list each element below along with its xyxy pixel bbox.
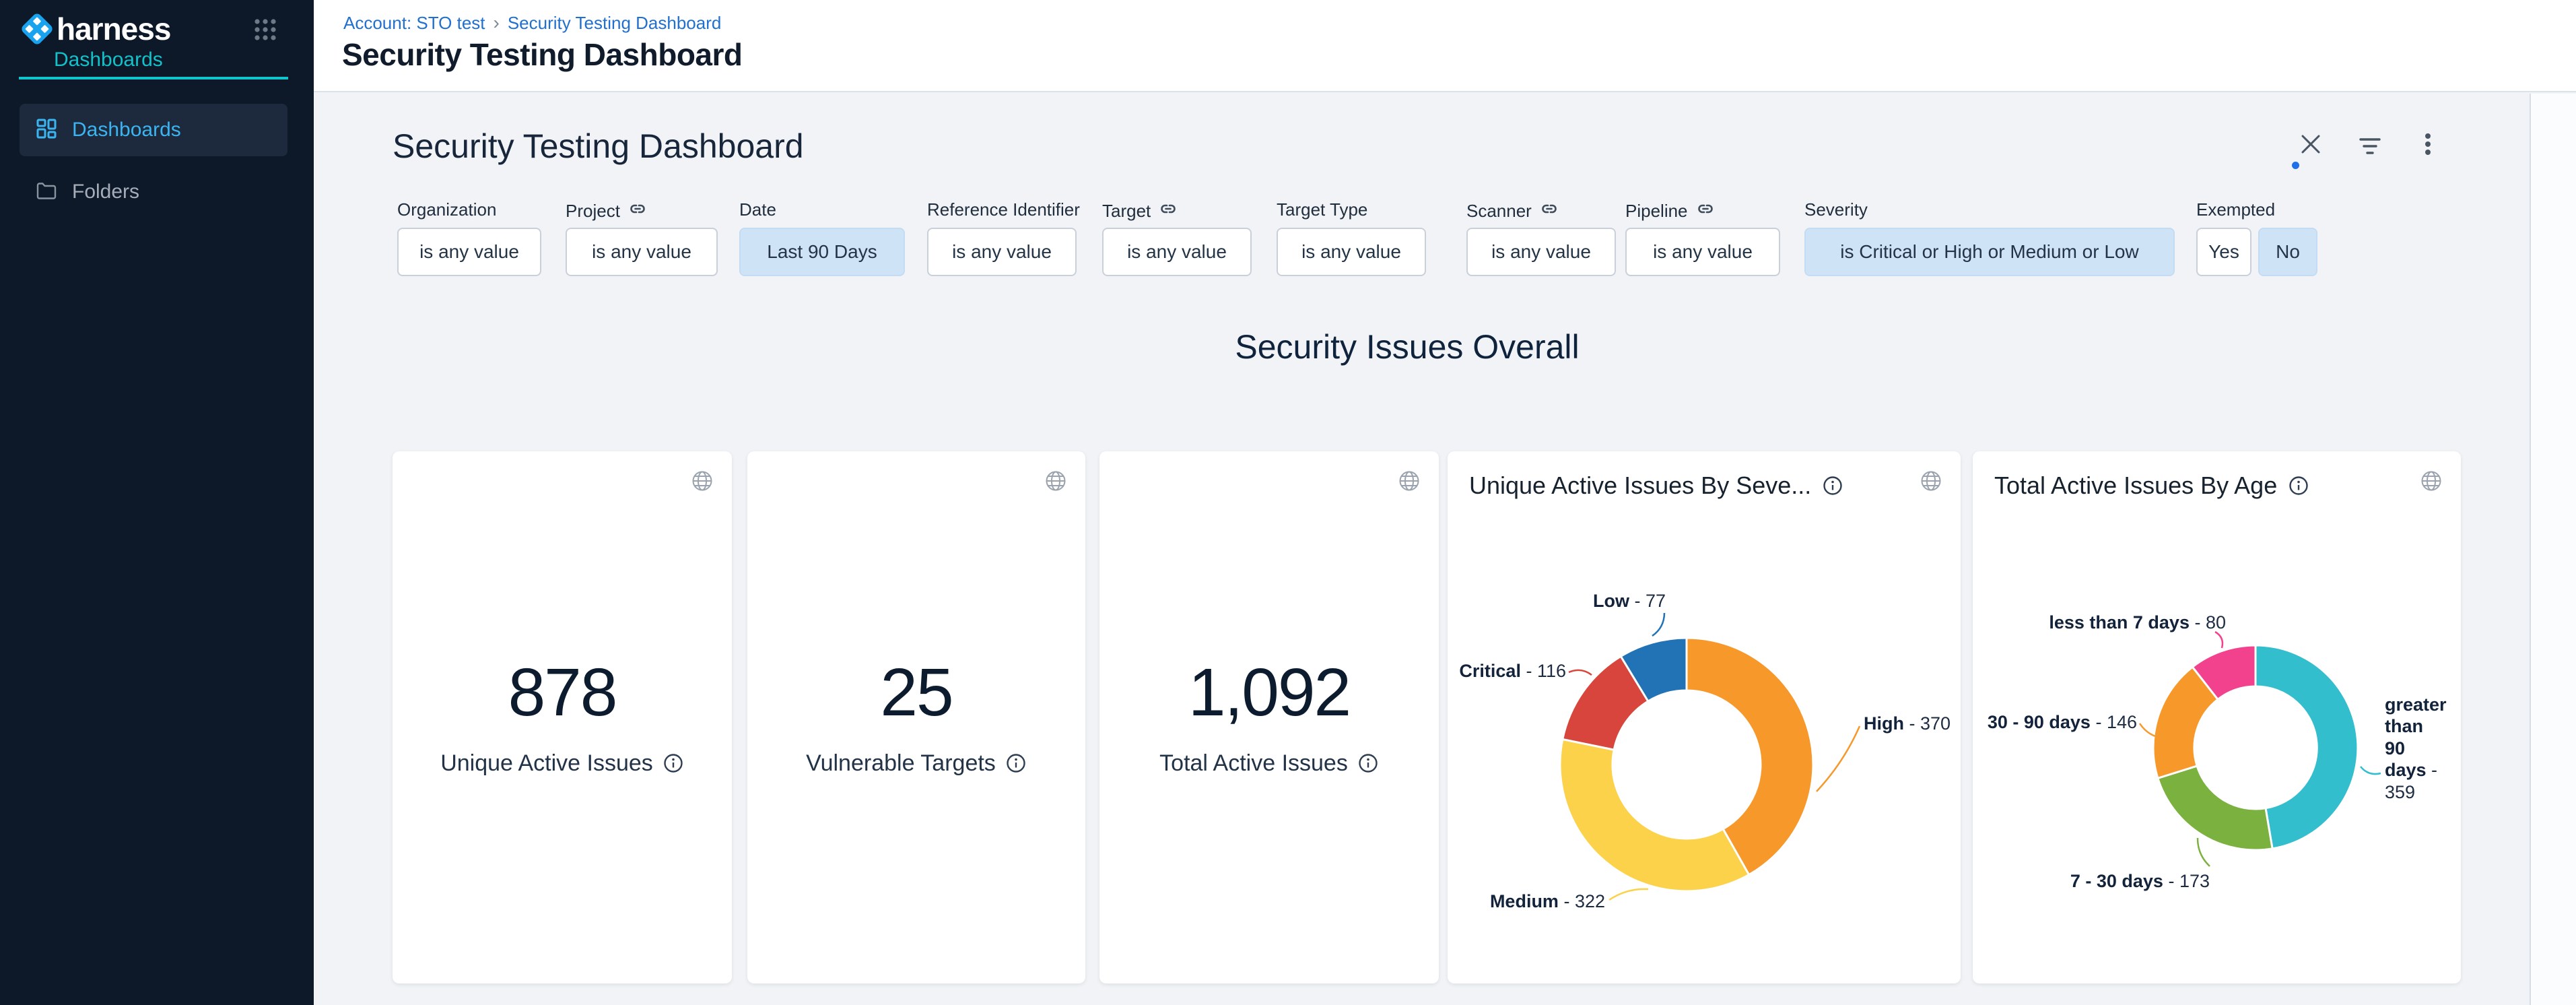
breadcrumb-page-link[interactable]: Security Testing Dashboard (508, 13, 721, 34)
data-label-leader-line (2215, 632, 2223, 648)
sidebar-item-label: Folders (72, 181, 139, 203)
data-label-greater-than-90-days: greaterthan90days -359 (2385, 694, 2463, 803)
harness-logo-icon (19, 11, 55, 51)
exempted-yes-button[interactable]: Yes (2196, 228, 2251, 276)
info-icon[interactable] (663, 752, 684, 774)
metric-tile-unique-active-issues: 878 Unique Active Issues (393, 451, 732, 983)
sidebar-item-dashboards[interactable]: Dashboards (20, 104, 287, 156)
chart-card-unique-active-issues-by-severity: Unique Active Issues By Seve...High - 37… (1448, 451, 1961, 983)
dashboards-icon (36, 118, 57, 143)
filter-value-target[interactable]: is any value (1102, 228, 1252, 276)
donut-slice-7-30-days[interactable] (2158, 766, 2272, 850)
chevron-right-icon: › (494, 12, 500, 34)
breadcrumb: Account: STO test › Security Testing Das… (343, 12, 721, 34)
data-label-low: Low - 77 (1593, 590, 1666, 612)
metric-label: Unique Active Issues (440, 750, 684, 777)
data-label-leader-line (1609, 889, 1648, 900)
filter-value-date[interactable]: Last 90 Days (739, 228, 905, 276)
metric-tile-vulnerable-targets: 25 Vulnerable Targets (747, 451, 1085, 983)
module-accent-divider (19, 77, 288, 79)
data-label-leader-line (2198, 838, 2210, 866)
data-label-7-30-days: 7 - 30 days - 173 (2070, 870, 2210, 892)
harness-security-dashboard: harness Dashboards (0, 0, 2576, 1005)
sidebar-item-label: Dashboards (72, 119, 181, 141)
filter-value-scanner[interactable]: is any value (1466, 228, 1616, 276)
breadcrumb-account-link[interactable]: Account: STO test (343, 13, 485, 34)
filter-label-date: Date (739, 199, 776, 220)
metric-value: 25 (880, 659, 952, 726)
brand-row: harness (19, 9, 295, 48)
module-name: Dashboards (54, 48, 163, 71)
data-label-medium: Medium - 322 (1490, 890, 1605, 912)
filter-label-exempted: Exempted (2196, 199, 2275, 220)
data-label-leader-line (1569, 670, 1592, 675)
metric-value: 878 (508, 659, 617, 726)
filter-value-organization[interactable]: is any value (397, 228, 541, 276)
donut-slice-medium[interactable] (1560, 740, 1749, 891)
filter-label-project: Project (566, 199, 647, 223)
filter-value-project[interactable]: is any value (566, 228, 718, 276)
filter-label-scanner: Scanner (1466, 199, 1559, 223)
folder-icon (36, 181, 57, 204)
chart-card-total-active-issues-by-age: Total Active Issues By Agegreaterthan90d… (1973, 451, 2461, 983)
linked-filter-icon (1540, 199, 1559, 223)
data-label-leader-line (2361, 767, 2381, 774)
info-icon[interactable] (1005, 752, 1027, 774)
app-switcher-icon[interactable] (252, 16, 279, 46)
linked-filter-icon (628, 199, 647, 223)
data-label-high: High - 370 (1864, 713, 1951, 734)
top-header: Account: STO test › Security Testing Das… (314, 0, 2576, 92)
cursor-dot (2292, 162, 2299, 169)
dashboard-panel-title: Security Testing Dashboard (393, 127, 804, 166)
filter-label-organization: Organization (397, 199, 496, 220)
filter-label-severity: Severity (1804, 199, 1868, 220)
data-label-30-90-days: 30 - 90 days - 146 (1988, 711, 2137, 733)
scrollbar-gutter[interactable] (2530, 94, 2576, 1005)
filter-value-severity[interactable]: is Critical or High or Medium or Low (1804, 228, 2175, 276)
exempted-no-button[interactable]: No (2258, 228, 2317, 276)
filter-label-target-type: Target Type (1277, 199, 1367, 220)
metric-value: 1,092 (1188, 659, 1350, 726)
filter-value-target-type[interactable]: is any value (1277, 228, 1426, 276)
metric-label: Total Active Issues (1159, 750, 1379, 777)
filter-value-pipeline[interactable]: is any value (1625, 228, 1780, 276)
metric-tile-total-active-issues: 1,092 Total Active Issues (1099, 451, 1439, 983)
metric-label: Vulnerable Targets (806, 750, 1027, 777)
section-title: Security Issues Overall (337, 327, 2478, 366)
info-icon[interactable] (1357, 752, 1379, 774)
data-label-critical: Critical - 116 (1459, 660, 1566, 682)
brand-wordmark: harness (57, 11, 170, 47)
data-label-leader-line (1652, 613, 1664, 636)
sidebar: harness Dashboards (0, 0, 314, 1005)
data-label-leader-line (1817, 726, 1860, 791)
linked-filter-icon (1696, 199, 1715, 223)
filter-label-pipeline: Pipeline (1625, 199, 1715, 223)
close-icon[interactable] (2297, 131, 2324, 158)
filter-icon[interactable] (2357, 133, 2383, 160)
filter-value-reference-identifier[interactable]: is any value (927, 228, 1077, 276)
more-options-icon[interactable] (2414, 131, 2441, 158)
donut-slice-greater-than-90-days[interactable] (2256, 645, 2358, 849)
sidebar-item-folders[interactable]: Folders (20, 166, 287, 218)
filter-label-target: Target (1102, 199, 1178, 223)
page-title: Security Testing Dashboard (342, 36, 743, 73)
linked-filter-icon (1159, 199, 1178, 223)
filter-label-reference-identifier: Reference Identifier (927, 199, 1080, 220)
data-label-less-than-7-days: less than 7 days - 80 (2049, 612, 2226, 633)
